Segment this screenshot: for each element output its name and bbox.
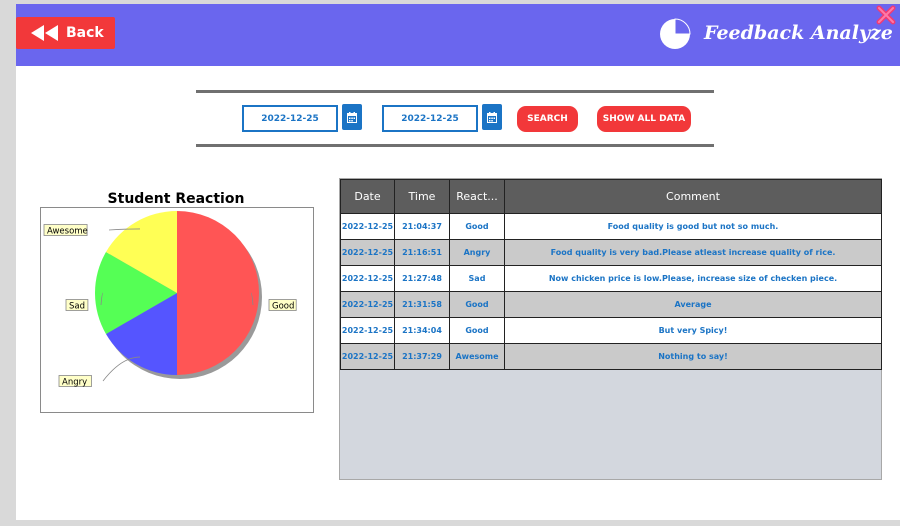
to-date-calendar-button[interactable] — [482, 104, 502, 130]
column-header-comment[interactable]: Comment — [504, 179, 882, 214]
cell-time: 21:31:58 — [394, 291, 450, 318]
show-all-data-button[interactable]: SHOW ALL DATA — [597, 106, 691, 132]
pie-chart-svg: Good Angry Sad Awesome — [43, 211, 297, 388]
feedback-table-panel: Date Time React... Comment 2022-12-25 21… — [339, 178, 882, 480]
from-date-calendar-button[interactable] — [342, 104, 362, 130]
pie-slice-good — [177, 211, 259, 375]
cell-comment: Nothing to say! — [504, 343, 882, 370]
cell-reaction: Good — [449, 317, 505, 344]
pie-label-good: Good — [272, 302, 294, 312]
table-header-row: Date Time React... Comment — [340, 179, 882, 214]
pie-chart-icon — [659, 18, 691, 50]
table-row[interactable]: 2022-12-25 21:04:37 Good Food quality is… — [340, 213, 882, 240]
cell-comment: Now chicken price is low.Please, increas… — [504, 265, 882, 292]
cell-reaction: Sad — [449, 265, 505, 292]
chart-title: Student Reaction — [107, 191, 245, 207]
to-date-field[interactable]: 2022-12-25 — [382, 105, 478, 132]
back-button[interactable]: Back — [16, 17, 115, 49]
pie-label-angry: Angry — [62, 378, 87, 388]
cell-time: 21:34:04 — [394, 317, 450, 344]
cell-time: 21:37:29 — [394, 343, 450, 370]
pie-label-sad: Sad — [69, 302, 85, 312]
cell-time: 21:27:48 — [394, 265, 450, 292]
cell-date: 2022-12-25 — [340, 265, 395, 292]
calendar-icon — [347, 111, 357, 123]
cell-time: 21:04:37 — [394, 213, 450, 240]
reaction-pie-chart: Good Angry Sad Awesome — [40, 207, 314, 413]
cell-comment: Food quality is good but not so much. — [504, 213, 882, 240]
cell-comment: But very Spicy! — [504, 317, 882, 344]
column-header-reaction[interactable]: React... — [449, 179, 505, 214]
calendar-icon — [487, 111, 497, 123]
feedback-window: Back Feedback Analyze 2022-12-25 2022-12… — [16, 4, 900, 520]
table-row[interactable]: 2022-12-25 21:37:29 Awesome Nothing to s… — [340, 343, 882, 370]
cell-comment: Food quality is very bad.Please atleast … — [504, 239, 882, 266]
pie-label-awesome: Awesome — [47, 227, 88, 237]
search-button[interactable]: SEARCH — [517, 106, 578, 132]
table-row[interactable]: 2022-12-25 21:34:04 Good But very Spicy! — [340, 317, 882, 344]
feedback-table: Date Time React... Comment 2022-12-25 21… — [340, 179, 882, 370]
filter-divider-top — [196, 90, 714, 93]
header-bar: Back Feedback Analyze — [16, 4, 900, 66]
cell-date: 2022-12-25 — [340, 239, 395, 266]
cell-comment: Average — [504, 291, 882, 318]
table-row[interactable]: 2022-12-25 21:31:58 Good Average — [340, 291, 882, 318]
rewind-icon — [30, 24, 60, 42]
back-label: Back — [66, 25, 104, 41]
cell-date: 2022-12-25 — [340, 343, 395, 370]
from-date-field[interactable]: 2022-12-25 — [242, 105, 338, 132]
app-title: Feedback Analyze — [704, 22, 893, 44]
cell-date: 2022-12-25 — [340, 317, 395, 344]
column-header-date[interactable]: Date — [340, 179, 395, 214]
close-icon[interactable] — [875, 4, 897, 26]
cell-date: 2022-12-25 — [340, 213, 395, 240]
cell-reaction: Good — [449, 291, 505, 318]
table-row[interactable]: 2022-12-25 21:16:51 Angry Food quality i… — [340, 239, 882, 266]
filter-divider-bottom — [196, 144, 714, 147]
column-header-time[interactable]: Time — [394, 179, 450, 214]
cell-reaction: Angry — [449, 239, 505, 266]
cell-reaction: Good — [449, 213, 505, 240]
cell-date: 2022-12-25 — [340, 291, 395, 318]
cell-time: 21:16:51 — [394, 239, 450, 266]
table-row[interactable]: 2022-12-25 21:27:48 Sad Now chicken pric… — [340, 265, 882, 292]
cell-reaction: Awesome — [449, 343, 505, 370]
